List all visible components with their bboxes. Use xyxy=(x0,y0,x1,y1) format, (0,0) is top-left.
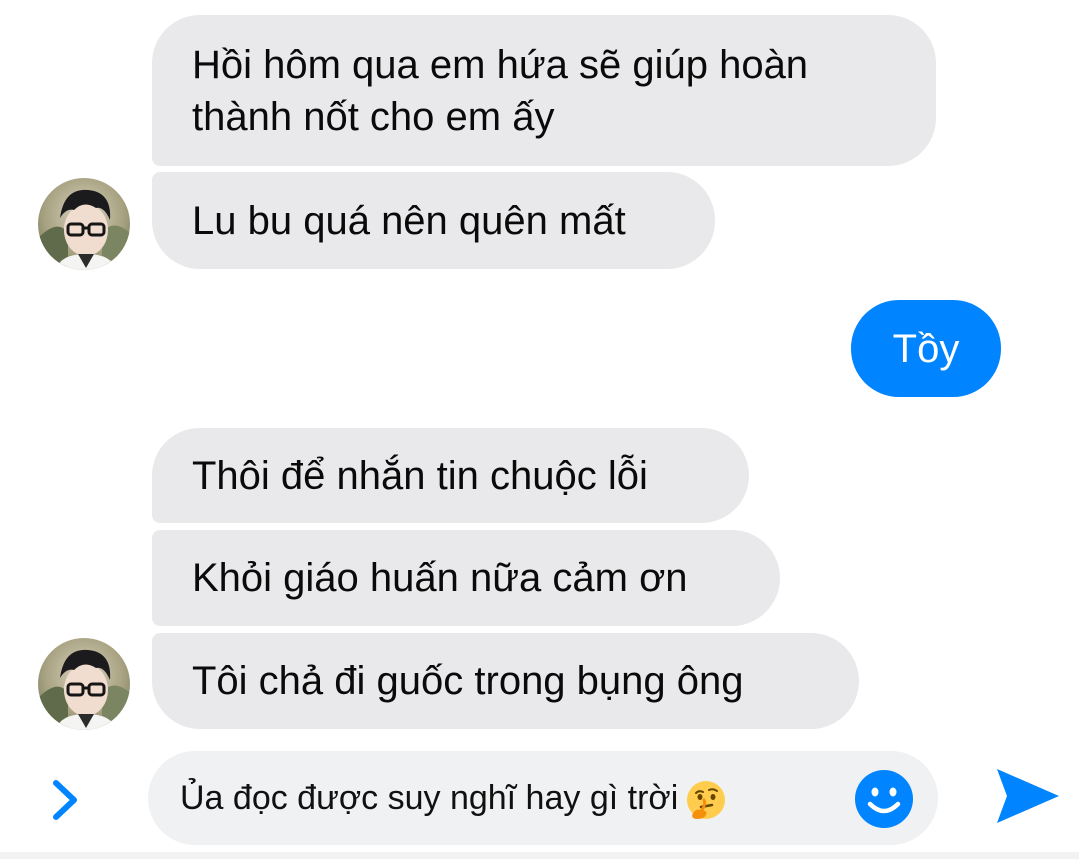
send-button[interactable] xyxy=(993,765,1063,827)
chat-screen: Hồi hôm qua em hứa sẽ giúp hoàn thành nố… xyxy=(0,0,1079,859)
message-text: Hồi hôm qua em hứa sẽ giúp hoàn thành nố… xyxy=(192,42,809,139)
thinking-face-icon xyxy=(687,781,726,820)
message-bubble-received[interactable]: Thôi để nhắn tin chuộc lỗi xyxy=(152,428,749,523)
draft-text: Ủa đọc được suy nghĩ hay gì trời xyxy=(180,779,679,817)
message-bubble-received[interactable]: Hồi hôm qua em hứa sẽ giúp hoàn thành nố… xyxy=(152,15,936,166)
avatar[interactable] xyxy=(38,178,130,270)
message-bubble-sent[interactable]: Tồy xyxy=(851,300,1001,397)
expand-actions-button[interactable] xyxy=(42,775,92,825)
avatar[interactable] xyxy=(38,638,130,730)
message-text: Khỏi giáo huấn nữa cảm ơn xyxy=(192,556,688,600)
message-text: Tôi chả đi guốc trong bụng ông xyxy=(192,659,744,703)
message-input-text: Ủa đọc được suy nghĩ hay gì trời xyxy=(180,774,728,822)
smiley-icon xyxy=(855,770,913,828)
message-text: Lu bu quá nên quên mất xyxy=(192,198,626,243)
message-input[interactable]: Ủa đọc được suy nghĩ hay gì trời xyxy=(148,751,938,845)
message-composer: Ủa đọc được suy nghĩ hay gì trời xyxy=(0,745,1079,855)
message-bubble-received[interactable]: Tôi chả đi guốc trong bụng ông xyxy=(152,633,859,729)
avatar-photo xyxy=(38,178,130,270)
message-text: Thôi để nhắn tin chuộc lỗi xyxy=(192,453,648,498)
chevron-right-icon xyxy=(53,780,77,820)
emoji-button[interactable] xyxy=(853,768,915,830)
message-text: Tồy xyxy=(892,326,960,371)
divider xyxy=(0,852,1079,859)
message-bubble-received[interactable]: Lu bu quá nên quên mất xyxy=(152,172,715,269)
send-icon xyxy=(997,769,1059,823)
message-bubble-received[interactable]: Khỏi giáo huấn nữa cảm ơn xyxy=(152,530,780,626)
avatar-photo xyxy=(38,638,130,730)
